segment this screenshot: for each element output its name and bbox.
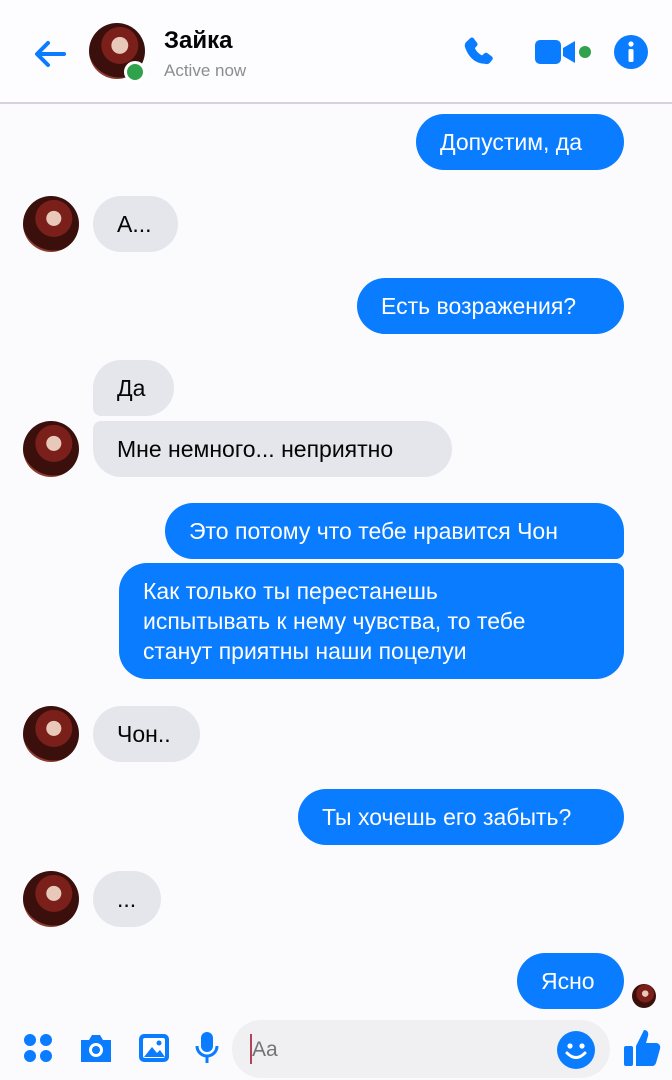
message-bubble-incoming[interactable]: ... [93,871,161,927]
microphone-icon[interactable] [194,1030,220,1066]
message-line: станут приятны наши поцелуи [143,638,467,664]
image-icon[interactable] [137,1032,171,1064]
info-icon[interactable] [613,34,649,70]
phone-icon[interactable] [460,34,498,72]
message-composer[interactable] [232,1020,610,1078]
message-text-multiline: Как только ты перестанешь испытывать к н… [143,576,525,666]
sender-avatar[interactable] [23,196,79,252]
message-bubble-outgoing[interactable]: Допустим, да [416,114,624,170]
camera-icon[interactable] [78,1032,114,1064]
message-bubble-incoming[interactable]: Да [93,360,174,416]
online-indicator [124,61,146,83]
message-text: Чон.. [117,721,171,747]
sender-avatar[interactable] [23,706,79,762]
contact-status: Active now [164,61,247,80]
video-camera-icon[interactable] [533,36,595,68]
message-text: Это потому что тебе нравится Чон [189,518,558,544]
message-text: Ты хочешь его забыть? [322,804,572,830]
message-bubble-outgoing[interactable]: Как только ты перестанешь испытывать к н… [119,563,624,679]
arrow-left-icon[interactable] [30,34,70,74]
message-text: Ясно [541,968,595,994]
message-line: испытывать к нему чувства, то тебе [143,608,526,634]
message-text: Допустим, да [440,129,583,155]
message-text: Мне немного... неприятно [117,436,394,462]
message-bubble-outgoing[interactable]: Это потому что тебе нравится Чон [165,503,624,559]
contact-name[interactable]: Зайка [164,27,233,55]
message-line: Как только ты перестанешь [143,578,438,604]
apps-grid-icon[interactable] [22,1032,54,1064]
message-bubble-incoming[interactable]: Чон.. [93,706,200,762]
message-text: А... [117,211,152,237]
sender-avatar[interactable] [23,871,79,927]
message-bubble-outgoing[interactable]: Есть возражения? [357,278,624,334]
thumbs-up-icon[interactable] [622,1026,662,1070]
sender-avatar[interactable] [23,421,79,477]
message-text: ... [117,886,137,912]
message-text: Да [117,375,146,401]
emoji-icon[interactable] [556,1030,596,1070]
seen-receipt-avatar [632,984,656,1008]
conversation-header: Зайка Active now [0,0,672,104]
message-bubble-incoming[interactable]: А... [93,196,178,252]
message-bubble-outgoing[interactable]: Ты хочешь его забыть? [298,789,624,845]
message-input[interactable] [250,1032,544,1068]
message-bubble-incoming[interactable]: Мне немного... неприятно [93,421,452,477]
message-bubble-outgoing[interactable]: Ясно [517,953,624,1009]
message-text: Есть возражения? [381,293,577,319]
